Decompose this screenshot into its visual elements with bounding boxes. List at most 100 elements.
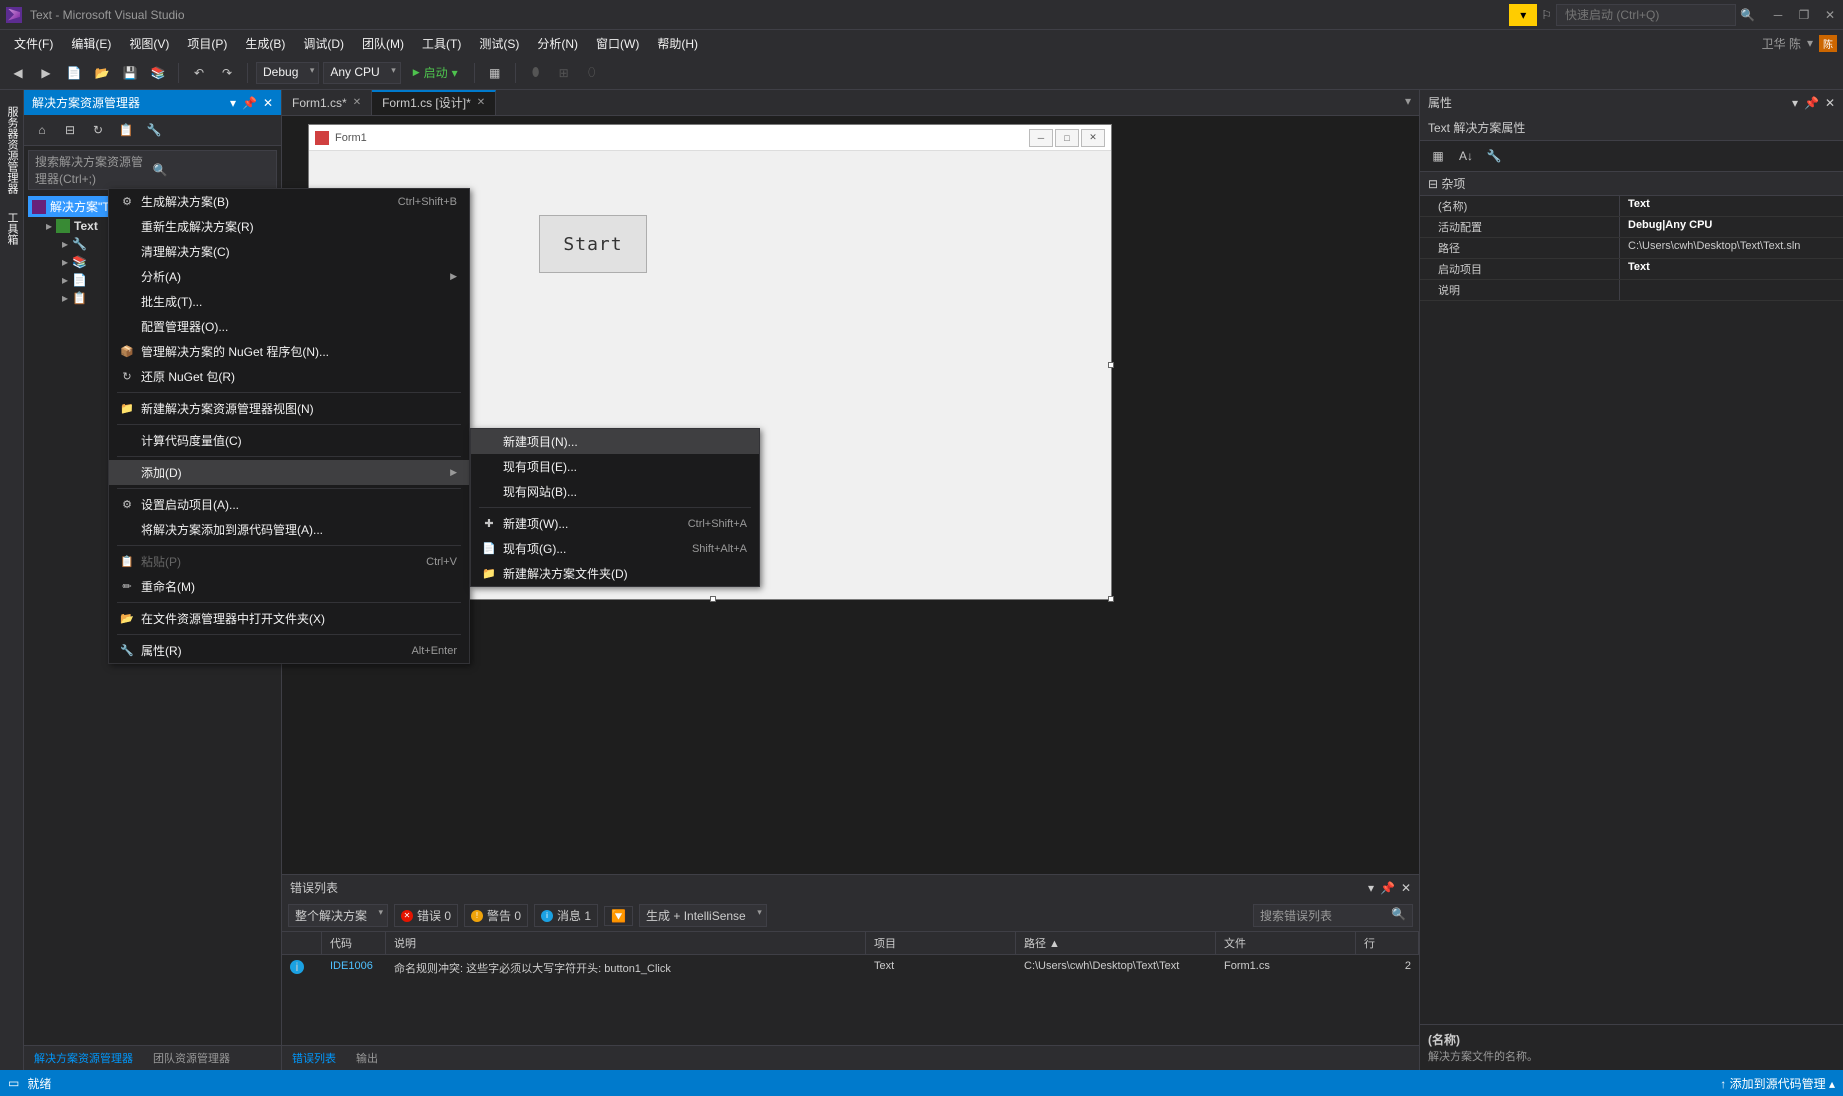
prop-row[interactable]: (名称)Text: [1420, 196, 1843, 217]
user-badge[interactable]: 陈: [1819, 35, 1837, 52]
prop-category[interactable]: ⊟ 杂项: [1420, 172, 1843, 196]
context-menu-item[interactable]: 📄现有项(G)...Shift+Alt+A: [471, 536, 759, 561]
server-explorer-tab[interactable]: 服务器资源管理器: [0, 98, 23, 202]
menu-edit[interactable]: 编辑(E): [63, 32, 119, 55]
platform-combo[interactable]: Any CPU: [323, 62, 400, 84]
menu-project[interactable]: 项目(P): [179, 32, 235, 55]
show-all-icon[interactable]: 📋: [114, 118, 138, 142]
warnings-filter[interactable]: !警告 0: [464, 904, 528, 927]
menu-file[interactable]: 文件(F): [6, 32, 61, 55]
context-menu-item[interactable]: 批生成(T)...: [109, 289, 469, 314]
nav-fwd-button[interactable]: ▶: [34, 61, 58, 85]
context-menu-item[interactable]: 清理解决方案(C): [109, 239, 469, 264]
context-menu-item[interactable]: ✏重命名(M): [109, 574, 469, 599]
context-menu-item[interactable]: 📁新建解决方案资源管理器视图(N): [109, 396, 469, 421]
panel-close-icon[interactable]: ✕: [1825, 96, 1835, 110]
context-menu-item[interactable]: 新建项目(N)...: [471, 429, 759, 454]
tab-error-list[interactable]: 错误列表: [282, 1046, 346, 1070]
col-code[interactable]: 代码: [322, 932, 386, 954]
build-filter-combo[interactable]: 生成 + IntelliSense: [639, 904, 767, 927]
doc-tab-form1-design[interactable]: Form1.cs [设计]*✕: [372, 90, 496, 115]
nav-back-button[interactable]: ◀: [6, 61, 30, 85]
layout-btn-1[interactable]: ▦: [483, 61, 507, 85]
panel-close-icon[interactable]: ✕: [263, 96, 273, 110]
categorized-icon[interactable]: ▦: [1426, 144, 1450, 168]
error-search[interactable]: 搜索错误列表🔍: [1253, 904, 1413, 927]
doc-tab-form1-cs[interactable]: Form1.cs*✕: [282, 90, 372, 115]
context-menu-item[interactable]: ⚙生成解决方案(B)Ctrl+Shift+B: [109, 189, 469, 214]
collapse-icon[interactable]: ⊟: [58, 118, 82, 142]
context-menu-item[interactable]: ✚新建项(W)...Ctrl+Shift+A: [471, 511, 759, 536]
menu-build[interactable]: 生成(B): [237, 32, 293, 55]
toolbox-tab[interactable]: 工具箱: [0, 204, 23, 253]
error-row[interactable]: i IDE1006 命名规则冲突: 这些字必须以大写字符开头: button1_…: [282, 955, 1419, 981]
refresh-icon[interactable]: ↻: [86, 118, 110, 142]
context-menu-item[interactable]: ↻还原 NuGet 包(R): [109, 364, 469, 389]
errors-filter[interactable]: ✕错误 0: [394, 904, 458, 927]
properties-icon[interactable]: 🔧: [142, 118, 166, 142]
home-icon[interactable]: ⌂: [30, 118, 54, 142]
user-name[interactable]: 卫华 陈: [1762, 35, 1801, 52]
panel-pin-icon[interactable]: 📌: [242, 96, 257, 110]
source-control-button[interactable]: ↑ 添加到源代码管理 ▴: [1720, 1075, 1835, 1092]
col-line[interactable]: 行: [1356, 932, 1419, 954]
align-left-icon[interactable]: ⬮: [524, 61, 548, 85]
messages-filter[interactable]: i消息 1: [534, 904, 598, 927]
context-menu-item[interactable]: 配置管理器(O)...: [109, 314, 469, 339]
context-menu-item[interactable]: 现有网站(B)...: [471, 479, 759, 504]
start-debug-button[interactable]: 启动 ▾: [405, 62, 466, 83]
menu-analyze[interactable]: 分析(N): [529, 32, 586, 55]
menu-tools[interactable]: 工具(T): [414, 32, 469, 55]
new-project-button[interactable]: 📄: [62, 61, 86, 85]
feedback-icon[interactable]: ⚐: [1541, 8, 1552, 22]
tab-solution-explorer[interactable]: 解决方案资源管理器: [24, 1046, 143, 1070]
context-menu-item[interactable]: 📂在文件资源管理器中打开文件夹(X): [109, 606, 469, 631]
config-combo[interactable]: Debug: [256, 62, 319, 84]
tab-team-explorer[interactable]: 团队资源管理器: [143, 1046, 240, 1070]
notifications-flag-button[interactable]: ▾: [1509, 4, 1537, 26]
context-menu-item[interactable]: 计算代码度量值(C): [109, 428, 469, 453]
filter-icon[interactable]: 🔽: [604, 906, 633, 926]
context-menu-item[interactable]: 重新生成解决方案(R): [109, 214, 469, 239]
panel-pin-icon[interactable]: 📌: [1380, 881, 1395, 895]
col-file[interactable]: 文件: [1216, 932, 1356, 954]
search-icon[interactable]: 🔍: [1740, 8, 1755, 22]
context-menu-item[interactable]: 📁新建解决方案文件夹(D): [471, 561, 759, 586]
context-menu-item[interactable]: 添加(D)▶: [109, 460, 469, 485]
prop-row[interactable]: 路径C:\Users\cwh\Desktop\Text\Text.sln: [1420, 238, 1843, 259]
context-menu-item[interactable]: 📦管理解决方案的 NuGet 程序包(N)...: [109, 339, 469, 364]
menu-help[interactable]: 帮助(H): [649, 32, 706, 55]
solution-search[interactable]: 搜索解决方案资源管理器(Ctrl+;) 🔍: [28, 150, 277, 190]
prop-row[interactable]: 活动配置Debug|Any CPU: [1420, 217, 1843, 238]
designer-button-start[interactable]: Start: [539, 215, 647, 273]
minimize-button[interactable]: ─: [1771, 8, 1785, 22]
open-file-button[interactable]: 📂: [90, 61, 114, 85]
menu-team[interactable]: 团队(M): [354, 32, 412, 55]
panel-dropdown-icon[interactable]: ▾: [1792, 96, 1798, 110]
context-menu-item[interactable]: 分析(A)▶: [109, 264, 469, 289]
align-right-icon[interactable]: ⬯: [580, 61, 604, 85]
prop-row[interactable]: 说明: [1420, 280, 1843, 301]
save-button[interactable]: 💾: [118, 61, 142, 85]
context-menu-item[interactable]: 🔧属性(R)Alt+Enter: [109, 638, 469, 663]
panel-pin-icon[interactable]: 📌: [1804, 96, 1819, 110]
align-center-icon[interactable]: ⊞: [552, 61, 576, 85]
error-code[interactable]: IDE1006: [322, 957, 386, 979]
undo-button[interactable]: ↶: [187, 61, 211, 85]
redo-button[interactable]: ↷: [215, 61, 239, 85]
quick-launch-input[interactable]: [1556, 4, 1736, 26]
maximize-button[interactable]: ❐: [1797, 8, 1811, 22]
context-menu-item[interactable]: 将解决方案添加到源代码管理(A)...: [109, 517, 469, 542]
save-all-button[interactable]: 📚: [146, 61, 170, 85]
tab-output[interactable]: 输出: [346, 1046, 388, 1070]
menu-window[interactable]: 窗口(W): [588, 32, 647, 55]
panel-close-icon[interactable]: ✕: [1401, 881, 1411, 895]
menu-view[interactable]: 视图(V): [121, 32, 177, 55]
close-button[interactable]: ✕: [1823, 8, 1837, 22]
alphabetical-icon[interactable]: A↓: [1454, 144, 1478, 168]
close-tab-icon[interactable]: ✕: [477, 97, 485, 108]
menu-test[interactable]: 测试(S): [471, 32, 527, 55]
prop-row[interactable]: 启动项目Text: [1420, 259, 1843, 280]
col-path[interactable]: 路径 ▲: [1016, 932, 1216, 954]
tab-overflow-icon[interactable]: ▾: [1397, 90, 1419, 115]
